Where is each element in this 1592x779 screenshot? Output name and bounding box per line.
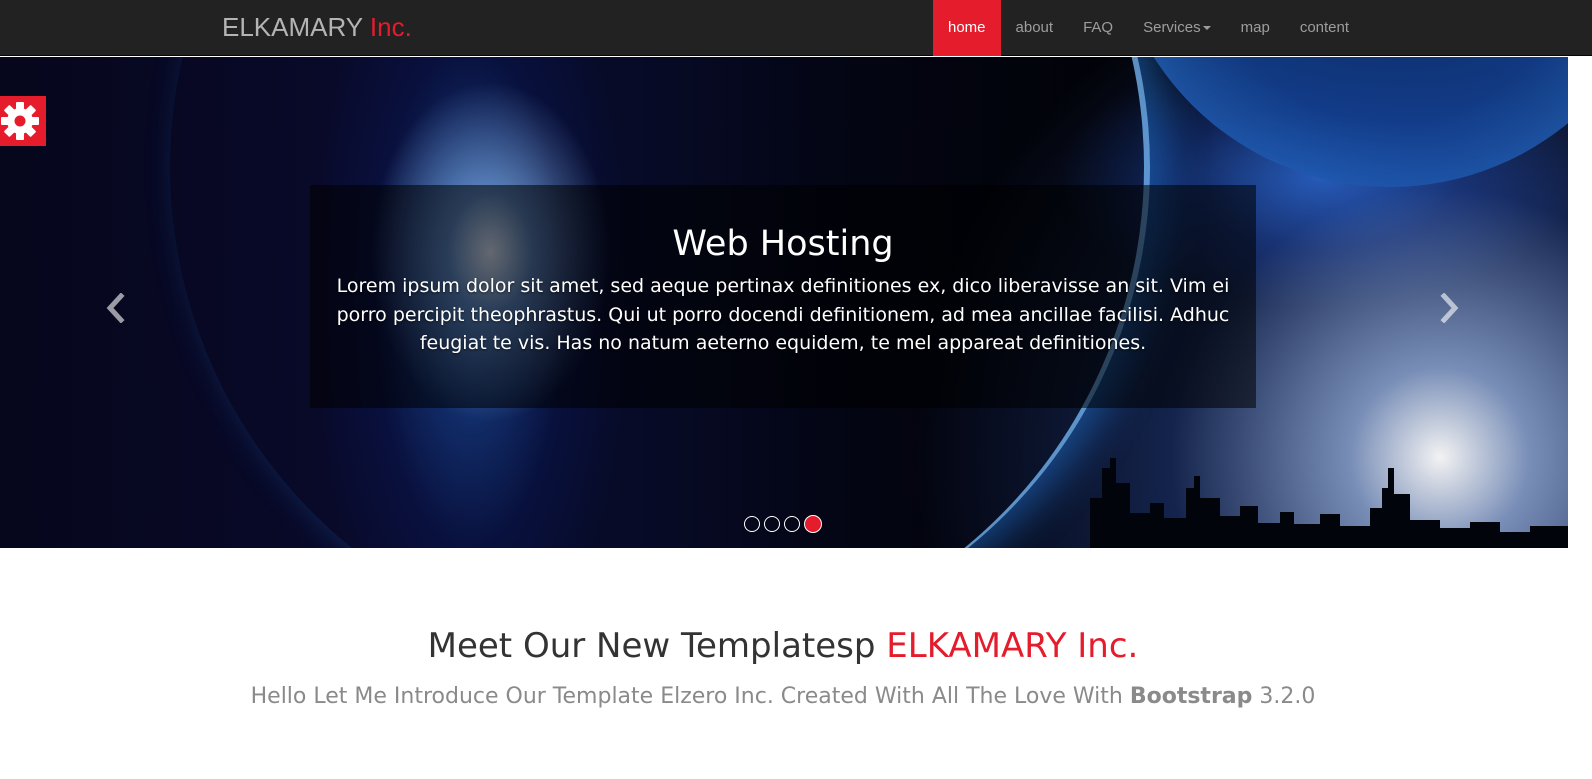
nav-item-faq[interactable]: FAQ xyxy=(1068,0,1128,56)
intro-subtitle-bootstrap: Bootstrap xyxy=(1129,684,1253,709)
carousel-indicators xyxy=(744,515,822,533)
nav-item-home[interactable]: home xyxy=(933,0,1001,56)
caption-title: Web Hosting xyxy=(672,224,894,264)
intro-heading-main: Meet Our New Templatesp xyxy=(427,626,876,666)
nav-item-content[interactable]: content xyxy=(1285,0,1364,56)
nav-item-services[interactable]: Services xyxy=(1128,0,1226,56)
nav-item-about[interactable]: about xyxy=(1001,0,1069,56)
carousel-prev-button[interactable] xyxy=(101,285,131,331)
chevron-right-icon xyxy=(1440,293,1459,323)
brand-logo[interactable]: ELKAMARY Inc. xyxy=(222,11,412,43)
nav-item-map[interactable]: map xyxy=(1226,0,1285,56)
settings-toggle-button[interactable] xyxy=(0,96,46,146)
earth-graphic xyxy=(1110,57,1568,187)
brand-name: ELKAMARY xyxy=(222,12,363,42)
chevron-left-icon xyxy=(106,293,125,323)
carousel-indicator[interactable] xyxy=(784,516,800,532)
caption-text: Lorem ipsum dolor sit amet, sed aeque pe… xyxy=(336,275,1230,354)
carousel-indicator[interactable] xyxy=(764,516,780,532)
nav-item-services-label: Services xyxy=(1143,19,1201,36)
page-scrollbar[interactable] xyxy=(1568,56,1592,779)
carousel-indicator[interactable] xyxy=(744,516,760,532)
intro-subtitle-text: Hello Let Me Introduce Our Template Elze… xyxy=(250,684,1123,709)
intro-heading-accent: ELKAMARY Inc. xyxy=(886,626,1139,666)
main-nav: home about FAQ Services map content xyxy=(933,0,1364,56)
caret-down-icon xyxy=(1202,26,1211,31)
carousel-caption: Web Hosting Lorem ipsum dolor sit amet, … xyxy=(310,185,1256,408)
intro-section: Meet Our New Templatesp ELKAMARY Inc. He… xyxy=(0,548,1568,779)
intro-subtitle: Hello Let Me Introduce Our Template Elze… xyxy=(0,682,1566,712)
city-skyline-graphic xyxy=(1090,458,1568,548)
intro-subtitle-version: 3.2.0 xyxy=(1259,684,1316,709)
carousel-indicator-active[interactable] xyxy=(804,515,822,533)
top-navbar: ELKAMARY Inc. home about FAQ Services ma… xyxy=(0,0,1592,56)
brand-suffix: Inc. xyxy=(369,12,412,42)
gear-icon xyxy=(1,102,39,140)
intro-heading: Meet Our New Templatesp ELKAMARY Inc. xyxy=(0,624,1566,668)
carousel-next-button[interactable] xyxy=(1434,285,1464,331)
hero-carousel: Web Hosting Lorem ipsum dolor sit amet, … xyxy=(0,57,1568,548)
page: ELKAMARY Inc. home about FAQ Services ma… xyxy=(0,0,1592,779)
